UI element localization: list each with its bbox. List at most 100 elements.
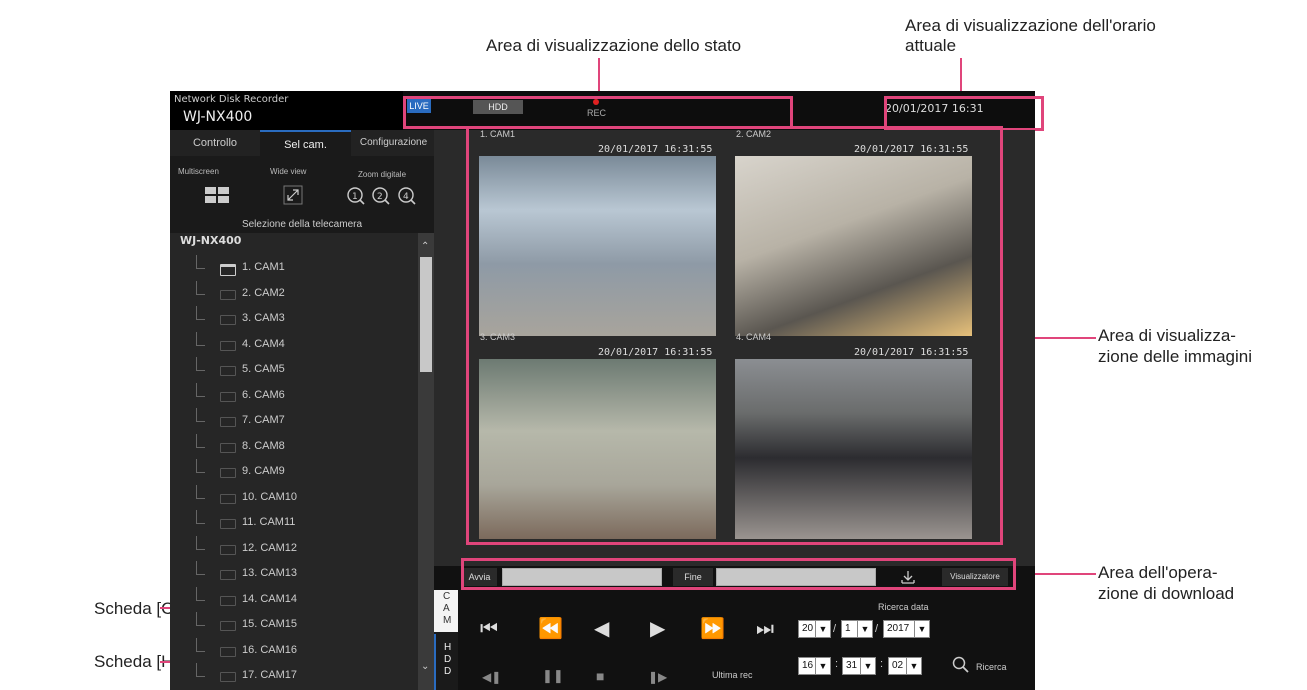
stop-icon[interactable]: ■ [596,666,604,686]
skip-to-end-icon[interactable]: ⏭ [756,619,774,639]
camera-list-item[interactable]: 14. CAM14 [170,586,416,613]
camera-list-item[interactable]: 11. CAM11 [170,510,416,536]
tile-camera-name: 2. CAM2 [736,129,772,139]
tab-configurazione[interactable]: Configurazione [351,130,436,156]
camera-label: 10. CAM10 [242,490,298,503]
camera-list-item[interactable]: 3. CAM3 [170,306,416,332]
camera-label: 15. CAM15 [242,618,298,630]
camera-label: 16. CAM16 [242,643,298,656]
tree-branch [196,459,205,473]
play-icon[interactable]: ▶ [650,619,665,639]
tile-timestamp: 20/01/2017 16:31:55 [598,144,713,155]
model-name: WJ-NX400 [183,109,253,125]
date-sep-1: / [833,623,837,635]
tree-branch [196,510,205,524]
search-icon[interactable] [952,656,970,674]
camera-icon [220,315,236,325]
scrollbar-thumb[interactable] [420,257,432,372]
fast-forward-icon[interactable]: ⏩ [700,619,725,639]
camera-icon [220,595,236,606]
callout-time-area-line1: Area di visualizzazione dell'orario [905,16,1156,35]
search-button-label[interactable]: Ricerca [976,662,1007,672]
prev-frame-icon[interactable]: ◀❚ [482,667,501,687]
search-year-select[interactable]: 2017 ▼ [883,620,930,638]
reverse-play-icon[interactable]: ◀ [594,619,609,639]
camera-label: 9. CAM9 [242,465,285,477]
camera-feed-image[interactable] [479,359,716,539]
camera-select-title: Selezione della telecamera [170,216,434,233]
multiscreen-icon[interactable] [205,187,229,204]
camera-label: 5. CAM5 [242,363,285,375]
camera-tree-root[interactable]: WJ-NX400 [180,234,241,247]
scroll-up-icon[interactable]: ⌃ [421,241,429,252]
tile-timestamp: 20/01/2017 16:31:55 [854,347,969,358]
camera-icon [220,621,236,631]
camera-list-item[interactable]: 15. CAM15 [170,612,416,638]
camera-list-item[interactable]: 10. CAM10 [170,484,416,511]
zoom-digitale-label: Zoom digitale [358,170,407,179]
camera-label: 7. CAM7 [242,414,285,426]
tree-branch [196,331,205,346]
camera-list-item[interactable]: 2. CAM2 [170,280,416,307]
camera-feed-image[interactable] [735,156,972,336]
search-minute-select[interactable]: 31 ▼ [842,657,876,675]
tree-branch [196,255,205,269]
wide-view-icon[interactable] [283,185,303,205]
wide-view-label: Wide view [270,167,307,176]
camera-list-item[interactable]: 5. CAM5 [170,357,416,383]
camera-icon [220,544,236,555]
camera-list-item[interactable]: 17. CAM17 [170,663,416,689]
tree-branch [196,612,205,626]
tile-camera-name: 4. CAM4 [736,332,772,342]
zoom-1x-icon[interactable]: 1 [346,186,366,206]
camera-list-item[interactable]: 13. CAM13 [170,561,416,587]
search-date-label: Ricerca data [878,602,929,612]
time-sep-1: : [835,658,839,670]
last-rec-button[interactable]: Ultima rec [712,670,753,680]
zoom-4x-icon[interactable]: 4 [397,186,417,206]
search-month-select[interactable]: 1 ▼ [841,620,873,638]
camera-label: 6. CAM6 [242,388,285,401]
date-sep-2: / [875,623,879,635]
camera-icon [220,366,236,376]
callout-image-area-line2: zione delle immagini [1098,347,1253,366]
camera-feed-image[interactable] [735,359,972,539]
fast-rewind-icon[interactable]: ⏪ [538,619,563,639]
next-frame-icon[interactable]: ❚▶ [648,667,667,687]
skip-to-start-icon[interactable]: ⏮ [480,619,498,639]
camera-list-item[interactable]: 16. CAM16 [170,637,416,664]
camera-list-item[interactable]: 7. CAM7 [170,408,416,434]
tree-branch [196,637,205,652]
camera-list-scrollbar[interactable]: ⌃ ⌄ [418,233,434,690]
side-tab-cam[interactable]: CAM [434,587,458,632]
search-second-select[interactable]: 02 ▼ [888,657,922,675]
camera-icon [220,646,236,657]
logo-area: Network Disk Recorder WJ-NX400 [170,91,403,130]
camera-list-item[interactable]: 1. CAM1 [170,255,416,281]
scroll-down-icon[interactable]: ⌄ [421,661,429,672]
side-tab-hdd[interactable]: HDD [434,634,460,690]
camera-list-item[interactable]: 6. CAM6 [170,382,416,409]
camera-icon [220,289,236,300]
search-day-select[interactable]: 20 ▼ [798,620,831,638]
callout-download-area-line1: Area dell'opera- [1098,563,1218,582]
callout-status-area: Area di visualizzazione dello stato [486,36,742,55]
tile-camera-name: 1. CAM1 [480,129,516,139]
camera-list-item[interactable]: 8. CAM8 [170,433,416,460]
camera-feed-image[interactable] [479,156,716,336]
tab-sel-cam[interactable]: Sel cam. [260,130,351,158]
camera-list-item[interactable]: 9. CAM9 [170,459,416,485]
tile-timestamp: 20/01/2017 16:31:55 [598,347,713,358]
camera-icon [220,493,236,504]
camera-icon [220,264,236,276]
search-hour-select[interactable]: 16 ▼ [798,657,831,675]
camera-list-item[interactable]: 12. CAM12 [170,535,416,562]
tree-branch [196,306,205,320]
camera-list-item[interactable]: 4. CAM4 [170,331,416,358]
tab-controllo[interactable]: Controllo [170,130,260,156]
download-area-highlight [461,558,1016,590]
zoom-2x-icon[interactable]: 2 [371,186,391,206]
camera-icon [220,442,236,453]
pause-icon[interactable]: ❚❚ [542,666,564,686]
tree-branch [196,561,205,575]
